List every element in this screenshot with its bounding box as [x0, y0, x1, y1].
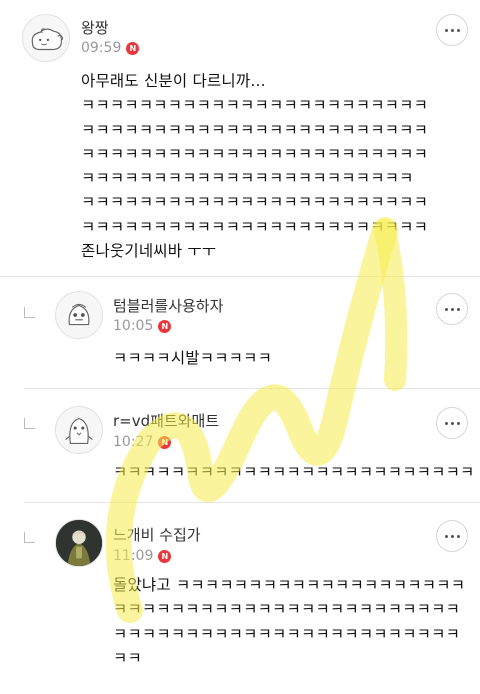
photo-avatar-icon[interactable] — [55, 519, 103, 567]
comment-item: 왕짱 09:59 N 아무래도 신분이 다르니까... ㅋㅋㅋㅋㅋㅋㅋㅋㅋㅋㅋㅋ… — [0, 0, 480, 277]
new-badge-icon: N — [158, 549, 172, 563]
comment-body: ㅋㅋㅋㅋ시발ㅋㅋㅋㅋㅋ — [113, 349, 273, 367]
new-badge-icon: N — [126, 41, 140, 55]
more-options-button[interactable] — [436, 293, 468, 325]
reply-item: 느개비 수집가 11:09 N 돌았냐고 ㅋㅋㅋㅋㅋㅋㅋㅋㅋㅋㅋㅋㅋㅋㅋㅋㅋㅋㅋ… — [0, 502, 480, 694]
comment-time: 10:05 — [113, 318, 154, 334]
reply-arrow-icon — [24, 418, 35, 429]
comment-body: ㅋㅋㅋㅋㅋㅋㅋㅋㅋㅋㅋㅋㅋㅋㅋㅋㅋㅋㅋㅋㅋㅋㅋㅋㅋ — [113, 463, 475, 481]
character-sketch-avatar-icon[interactable] — [55, 291, 103, 339]
comment-time: 10:27 — [113, 434, 154, 450]
reply-arrow-icon — [24, 307, 35, 318]
reply-item: 텀블러를사용하자 10:05 N ㅋㅋㅋㅋ시발ㅋㅋㅋㅋㅋ — [0, 277, 480, 388]
comment-author[interactable]: 텀블러를사용하자 — [113, 295, 223, 316]
reply-arrow-icon — [24, 532, 35, 543]
dog-sketch-avatar-icon[interactable] — [22, 14, 70, 62]
comment-meta: 10:05 N — [113, 318, 172, 334]
comment-body: 아무래도 신분이 다르니까... ㅋㅋㅋㅋㅋㅋㅋㅋㅋㅋㅋㅋㅋㅋㅋㅋㅋㅋㅋㅋㅋㅋㅋ… — [81, 72, 429, 261]
more-options-button[interactable] — [436, 407, 468, 439]
comment-author[interactable]: 왕짱 — [81, 17, 109, 38]
comment-time: 11:09 — [113, 548, 154, 564]
new-badge-icon: N — [158, 435, 172, 449]
new-badge-icon: N — [158, 319, 172, 333]
comment-meta: 09:59 N — [81, 40, 140, 56]
reply-item: r=vd패트와매트 10:27 N ㅋㅋㅋㅋㅋㅋㅋㅋㅋㅋㅋㅋㅋㅋㅋㅋㅋㅋㅋㅋㅋㅋ… — [0, 388, 480, 502]
comment-body: 돌았냐고 ㅋㅋㅋㅋㅋㅋㅋㅋㅋㅋㅋㅋㅋㅋㅋㅋㅋㅋㅋㅋ ㅋㅋㅋㅋㅋㅋㅋㅋㅋㅋㅋㅋㅋㅋ… — [113, 576, 466, 667]
comment-meta: 10:27 N — [113, 434, 172, 450]
comment-time: 09:59 — [81, 40, 122, 56]
more-options-button[interactable] — [436, 14, 468, 46]
comment-author[interactable]: r=vd패트와매트 — [113, 410, 219, 431]
comment-author[interactable]: 느개비 수집가 — [113, 524, 201, 545]
penguin-sketch-avatar-icon[interactable] — [55, 406, 103, 454]
comment-meta: 11:09 N — [113, 548, 172, 564]
more-options-button[interactable] — [436, 520, 468, 552]
